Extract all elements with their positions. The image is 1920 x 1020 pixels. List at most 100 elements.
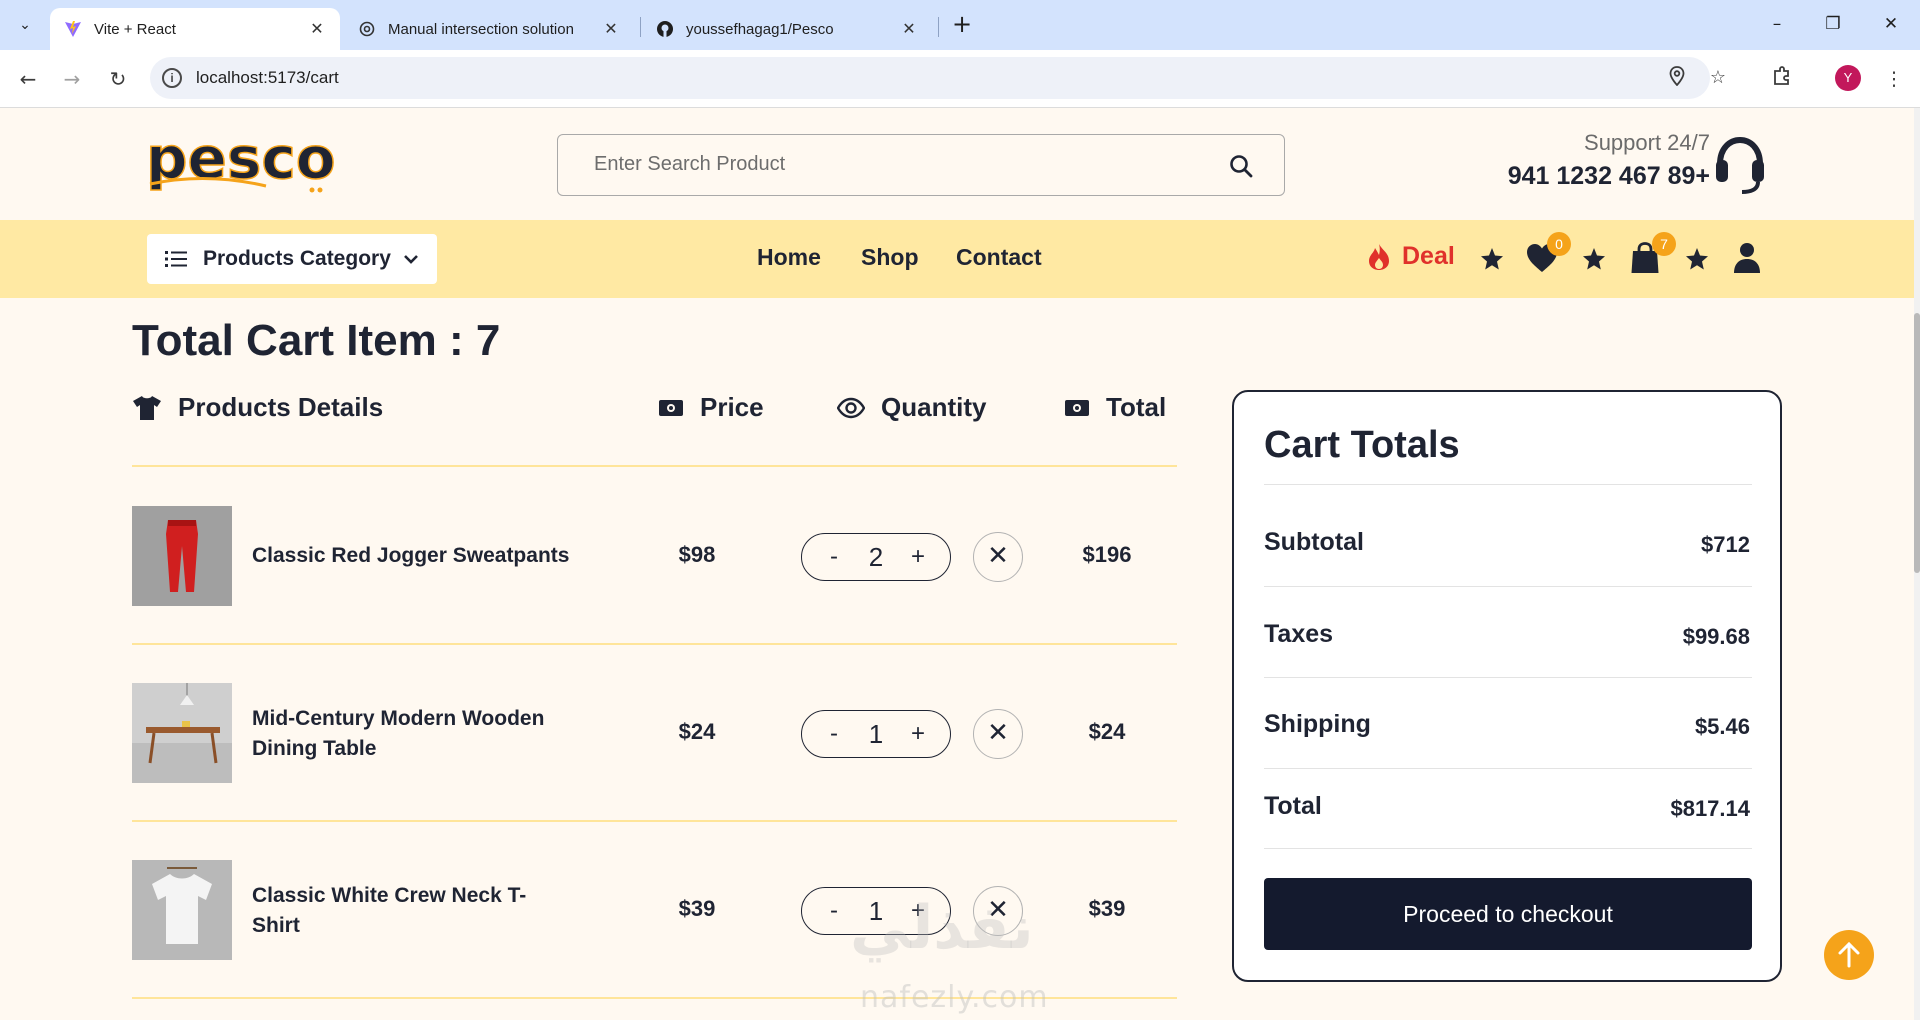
close-window-button[interactable]: ✕	[1866, 8, 1916, 40]
browser-toolbar: ← → ↻ i localhost:5173/cart ☆ Y ⋮	[0, 50, 1920, 108]
row-total: $196	[1082, 542, 1132, 567]
divider	[1264, 768, 1752, 769]
wishlist-button[interactable]: 0	[1525, 232, 1571, 276]
col-price: Price	[658, 392, 764, 423]
subtotal-value: $712	[1701, 532, 1750, 557]
total-value: $817.14	[1670, 796, 1750, 821]
profile-avatar[interactable]: Y	[1835, 65, 1861, 91]
bookmark-star-icon[interactable]: ☆	[1706, 66, 1730, 90]
close-icon[interactable]: ✕	[602, 19, 620, 39]
quantity-value: 1	[868, 718, 884, 749]
col-label: Quantity	[881, 392, 987, 422]
cart-button[interactable]: 7	[1630, 232, 1676, 276]
close-icon[interactable]: ✕	[900, 19, 918, 39]
row-total: $39	[1088, 896, 1126, 921]
watermark: nafezly.com	[860, 980, 1049, 1015]
shipping-value: $5.46	[1694, 714, 1750, 739]
divider	[132, 465, 1177, 467]
github-icon	[656, 20, 674, 38]
arrow-up-icon	[1838, 941, 1860, 968]
product-price: $98	[678, 542, 716, 567]
scrollbar-thumb[interactable]	[1914, 313, 1920, 573]
remove-item-button[interactable]: ✕	[973, 532, 1023, 582]
pesco-logo[interactable]: pesco	[145, 123, 346, 198]
tab-separator	[938, 17, 939, 37]
tab-github-pesco[interactable]: youssefhagag1/Pesco ✕	[642, 8, 932, 50]
divider	[1264, 677, 1752, 678]
product-image[interactable]	[132, 506, 232, 606]
location-pin-icon[interactable]	[1665, 66, 1689, 90]
decrease-button[interactable]: -	[824, 720, 844, 748]
product-image[interactable]	[132, 683, 232, 783]
product-image[interactable]	[132, 860, 232, 960]
headset-icon	[1716, 136, 1764, 194]
chevron-down-icon	[404, 255, 418, 264]
reload-icon[interactable]: ↻	[103, 64, 133, 94]
product-price: $39	[678, 896, 716, 921]
minimize-button[interactable]: –	[1752, 8, 1802, 40]
nav-home[interactable]: Home	[757, 244, 821, 271]
url-text[interactable]: localhost:5173/cart	[196, 68, 339, 88]
fire-icon	[1369, 243, 1389, 270]
product-name[interactable]: Mid-Century Modern Wooden Dining Table	[252, 704, 572, 764]
list-icon	[165, 251, 187, 267]
nav-shop[interactable]: Shop	[861, 244, 919, 271]
taxes-value: $99.68	[1682, 624, 1750, 649]
search-input[interactable]	[594, 153, 1194, 176]
support-phone: 941 1232 467 89+	[1507, 162, 1710, 190]
close-icon[interactable]: ✕	[308, 19, 326, 39]
product-price: $24	[678, 719, 716, 744]
divider	[1264, 586, 1752, 587]
divider	[132, 643, 1177, 645]
new-tab-button[interactable]: +	[948, 10, 976, 38]
product-name[interactable]: Classic White Crew Neck T-Shirt	[252, 881, 572, 941]
products-category-dropdown[interactable]: Products Category	[147, 234, 437, 284]
subtotal-label: Subtotal	[1264, 528, 1364, 556]
scroll-to-top-button[interactable]	[1824, 930, 1874, 980]
deal-link[interactable]: Deal	[1368, 242, 1455, 271]
divider	[1264, 848, 1752, 849]
decrease-button[interactable]: -	[824, 897, 844, 925]
forward-arrow-icon[interactable]: →	[57, 64, 87, 94]
back-arrow-icon[interactable]: ←	[13, 64, 43, 94]
proceed-to-checkout-button[interactable]: Proceed to checkout	[1264, 878, 1752, 950]
tab-manual-intersection[interactable]: Manual intersection solution ✕	[344, 8, 634, 50]
restore-button[interactable]: ❐	[1808, 8, 1858, 40]
eye-icon	[837, 397, 865, 418]
address-bar[interactable]: i localhost:5173/cart ☆	[150, 57, 1726, 99]
quantity-stepper: - 2 +	[801, 533, 951, 581]
wishlist-count-badge: 0	[1547, 232, 1571, 256]
tab-separator	[640, 17, 641, 37]
cart-row: Classic Red Jogger Sweatpants $98 - 2 + …	[132, 506, 1177, 682]
tab-title: Vite + React	[94, 20, 176, 38]
watermark-arabic: نفذلي	[850, 893, 1034, 963]
col-quantity: Quantity	[837, 392, 986, 423]
search-icon[interactable]	[1228, 153, 1254, 179]
col-label: Price	[700, 392, 764, 422]
increase-button[interactable]: +	[908, 543, 928, 571]
remove-item-button[interactable]: ✕	[973, 709, 1023, 759]
cart-totals-panel: Cart Totals Subtotal $712 Taxes $99.68 S…	[1232, 390, 1782, 982]
star-icon	[1583, 248, 1605, 270]
col-total: Total	[1064, 392, 1166, 423]
account-button[interactable]	[1733, 242, 1767, 276]
page-scrollbar[interactable]	[1914, 108, 1920, 1020]
nav-contact[interactable]: Contact	[956, 244, 1042, 271]
col-label: Total	[1106, 392, 1167, 422]
extensions-icon[interactable]	[1768, 65, 1796, 93]
tab-vite-react[interactable]: Vite + React ✕	[50, 8, 340, 50]
decrease-button[interactable]: -	[824, 543, 844, 571]
menu-kebab-icon[interactable]: ⋮	[1880, 65, 1908, 93]
tab-title: Manual intersection solution	[388, 20, 574, 38]
col-products-details: Products Details	[132, 392, 383, 423]
site-info-icon[interactable]: i	[162, 68, 182, 88]
tab-search-chevron-icon[interactable]: ⌄	[10, 12, 40, 38]
tshirt-icon	[133, 395, 161, 420]
user-icon	[1734, 243, 1760, 273]
money-icon	[1065, 399, 1089, 416]
support-info: Support 24/7 941 1232 467 89+	[1440, 130, 1710, 191]
product-name[interactable]: Classic Red Jogger Sweatpants	[252, 541, 572, 571]
search-box[interactable]	[557, 134, 1285, 196]
increase-button[interactable]: +	[908, 720, 928, 748]
category-label: Products Category	[203, 247, 391, 270]
